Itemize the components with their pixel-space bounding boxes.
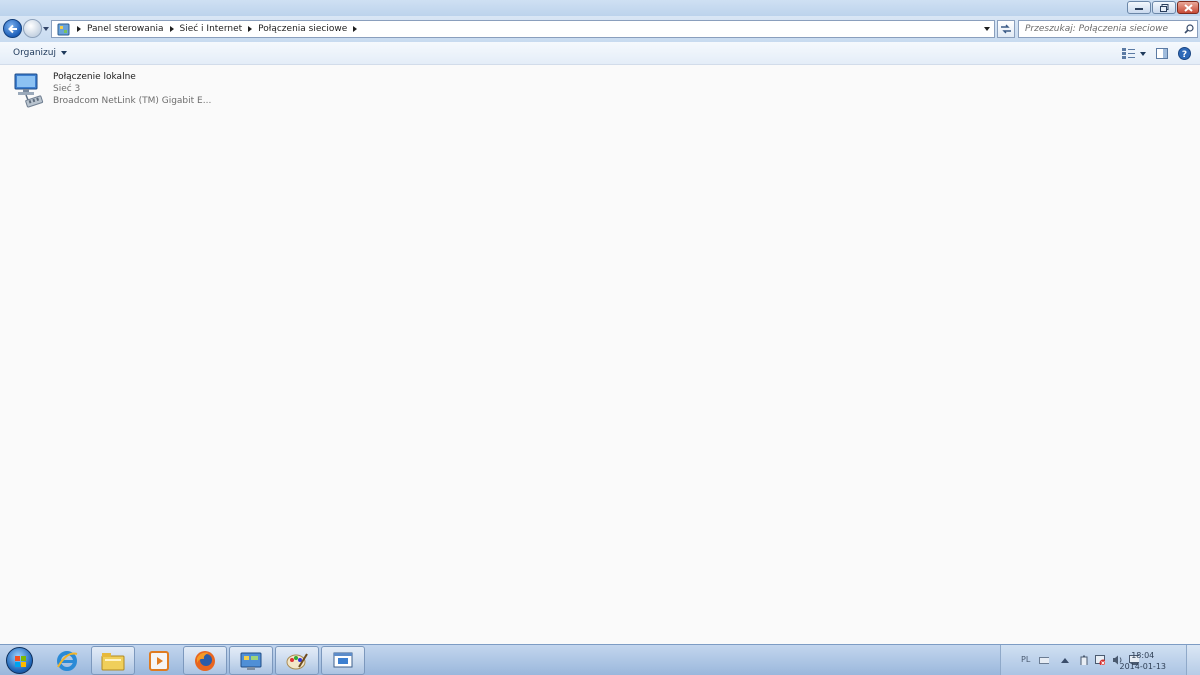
- breadcrumb-network-internet[interactable]: Sieć i Internet: [180, 24, 243, 34]
- window-titlebar: [0, 0, 1200, 16]
- taskbar-internet-explorer[interactable]: [45, 646, 89, 675]
- paint-icon: [286, 652, 308, 669]
- search-box[interactable]: Przeszukaj: Połączenia sieciowe: [1018, 20, 1198, 38]
- svg-text:?: ?: [1182, 50, 1187, 60]
- taskbar-paint[interactable]: [275, 646, 319, 675]
- chevron-down-icon: [61, 51, 67, 55]
- taskbar-windows-explorer[interactable]: [91, 646, 135, 675]
- clock-date: 2014-01-13: [1119, 662, 1167, 671]
- connection-adapter: Broadcom NetLink (TM) Gigabit E...: [53, 96, 212, 106]
- view-options-button[interactable]: [1121, 46, 1136, 61]
- help-icon: ?: [1178, 47, 1191, 60]
- control-panel-icon: [55, 22, 71, 36]
- connection-network: Sieć 3: [53, 84, 81, 94]
- search-input[interactable]: Przeszukaj: Połączenia sieciowe: [1019, 24, 1181, 34]
- battery-icon[interactable]: [1079, 655, 1089, 665]
- organize-button[interactable]: Organizuj: [13, 48, 67, 58]
- search-icon: [1184, 24, 1194, 34]
- show-desktop-button[interactable]: [1186, 645, 1200, 675]
- windows-logo-icon: [5, 647, 33, 674]
- show-hidden-icons-icon[interactable]: [1061, 658, 1071, 668]
- address-dropdown[interactable]: [984, 27, 990, 31]
- control-panel-icon: [240, 652, 262, 670]
- notification-area: PL 18:04 2014-01-13: [1000, 645, 1200, 675]
- breadcrumb-separator[interactable]: [353, 26, 358, 32]
- navigation-bar: Panel sterowania Sieć i Internet Połącze…: [0, 16, 1200, 42]
- firefox-icon: [195, 650, 215, 671]
- address-bar[interactable]: Panel sterowania Sieć i Internet Połącze…: [51, 20, 995, 38]
- network-status-icon[interactable]: [1095, 655, 1105, 665]
- system-clock[interactable]: 18:04 2014-01-13: [1120, 650, 1167, 672]
- keyboard-icon[interactable]: [1039, 655, 1049, 665]
- connection-item[interactable]: Połączenie lokalne Sieć 3 Broadcom NetLi…: [10, 71, 211, 111]
- restore-button[interactable]: [1152, 1, 1176, 14]
- breadcrumb-network-connections[interactable]: Połączenia sieciowe: [258, 24, 347, 34]
- breadcrumb-control-panel[interactable]: Panel sterowania: [87, 24, 164, 34]
- refresh-button[interactable]: [997, 20, 1015, 38]
- organize-label: Organizuj: [13, 48, 56, 58]
- media-player-icon: [149, 650, 169, 671]
- minimize-icon: [1135, 7, 1143, 10]
- network-window-icon: [333, 652, 353, 667]
- command-bar: Organizuj ?: [0, 42, 1200, 65]
- arrow-left-icon: [8, 24, 17, 33]
- command-bar-right: ?: [1121, 46, 1192, 61]
- connections-list: Połączenie lokalne Sieć 3 Broadcom NetLi…: [0, 66, 1200, 644]
- taskbar-media-player[interactable]: [137, 646, 181, 675]
- forward-button[interactable]: [23, 19, 42, 38]
- folder-icon: [101, 652, 125, 670]
- preview-pane-icon: [1155, 48, 1168, 59]
- help-button[interactable]: ?: [1177, 46, 1192, 61]
- recent-pages-dropdown[interactable]: [43, 27, 49, 31]
- preview-pane-button[interactable]: [1154, 46, 1169, 61]
- close-icon: [1183, 3, 1193, 12]
- view-options-dropdown[interactable]: [1140, 51, 1146, 56]
- restore-icon: [1159, 3, 1168, 12]
- connection-name: Połączenie lokalne: [53, 72, 136, 82]
- close-button[interactable]: [1177, 1, 1199, 14]
- refresh-icon: [1001, 24, 1011, 34]
- minimize-button[interactable]: [1127, 1, 1151, 14]
- taskbar-firefox[interactable]: [183, 646, 227, 675]
- breadcrumb-separator[interactable]: [77, 26, 81, 32]
- window-controls: [1127, 1, 1199, 14]
- language-indicator[interactable]: PL: [1021, 655, 1030, 664]
- back-button[interactable]: [3, 19, 22, 38]
- taskbar: PL 18:04 2014-01-13: [0, 644, 1200, 675]
- search-button[interactable]: [1181, 24, 1197, 34]
- view-list-icon: [1122, 48, 1135, 59]
- start-button[interactable]: [3, 646, 35, 675]
- connection-details: Połączenie lokalne Sieć 3 Broadcom NetLi…: [53, 71, 211, 111]
- network-adapter-icon: [10, 71, 50, 111]
- internet-explorer-icon: [57, 650, 78, 671]
- taskbar-control-panel[interactable]: [229, 646, 273, 675]
- breadcrumb-separator[interactable]: [169, 26, 174, 32]
- breadcrumb-separator[interactable]: [248, 26, 253, 32]
- taskbar-network-connections-window[interactable]: [321, 646, 365, 675]
- clock-time: 18:04: [1131, 651, 1155, 660]
